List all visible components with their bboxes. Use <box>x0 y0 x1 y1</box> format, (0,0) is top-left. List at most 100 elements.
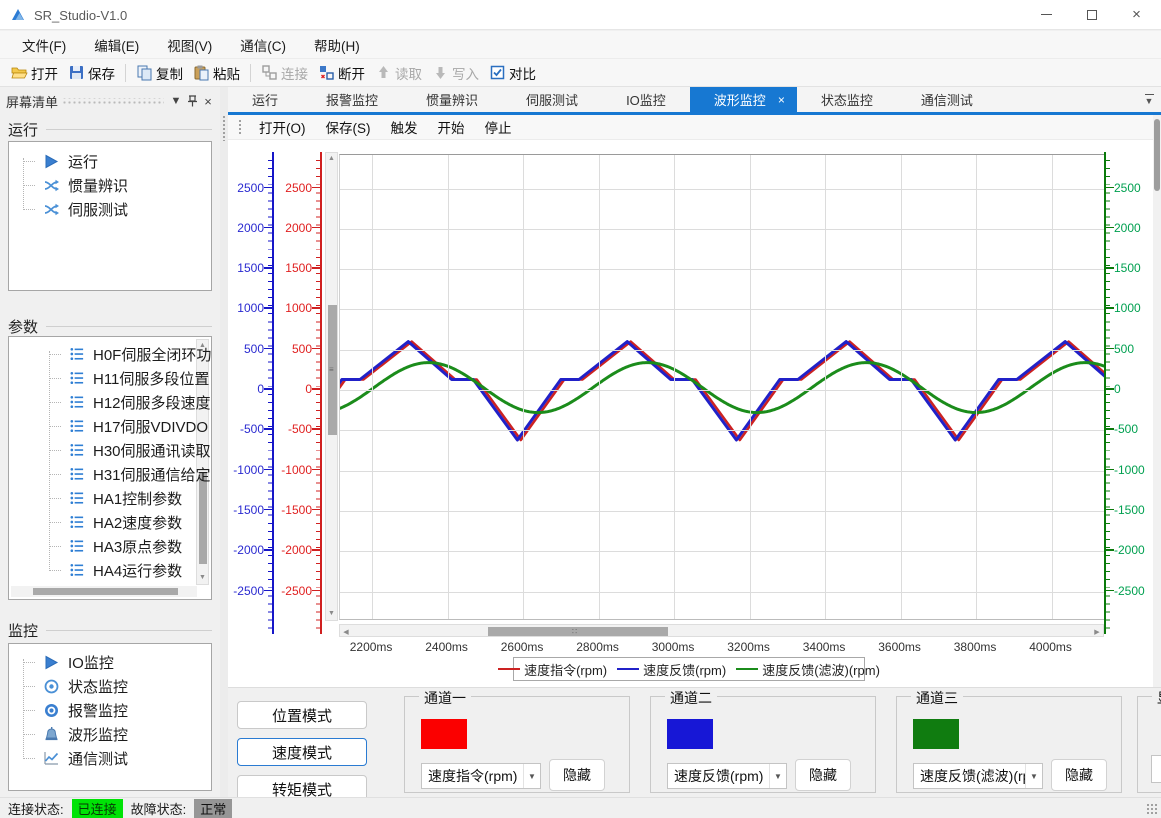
tab-close-icon[interactable]: × <box>778 93 785 107</box>
tab-label: 报警监控 <box>326 90 378 109</box>
tree-stub <box>49 378 61 379</box>
tab-overflow-icon[interactable]: ▼ <box>1141 91 1157 107</box>
resize-grip[interactable] <box>1146 803 1158 815</box>
mode-button-位置模式[interactable]: 位置模式 <box>237 701 367 729</box>
axis-major-tick <box>1106 227 1114 229</box>
menu-item-1[interactable]: 编辑(E) <box>80 31 153 59</box>
tree-item-报警监控[interactable]: 报警监控 <box>23 699 128 721</box>
toolbar-button-compare[interactable]: 对比 <box>484 61 541 85</box>
tab-通信测试[interactable]: 通信测试 <box>897 87 997 112</box>
minimize-button[interactable] <box>1024 0 1069 29</box>
plot-vscrollbar[interactable]: ▲ ≡ ▼ <box>325 152 338 621</box>
tab-IO监控[interactable]: IO监控 <box>602 87 690 112</box>
x-tick-label: 2200ms <box>336 640 406 654</box>
plot-area[interactable] <box>339 154 1104 620</box>
toolbar-button-save[interactable]: 保存 <box>63 61 120 85</box>
tree-item-运行[interactable]: 运行 <box>23 150 98 172</box>
tree-item-H17伺服VDIVDO[interactable]: H17伺服VDIVDO <box>49 415 208 437</box>
toolbar-button-paste[interactable]: 粘贴 <box>188 61 245 85</box>
close-button[interactable]: × <box>1114 0 1159 29</box>
close-panel-icon[interactable]: × <box>200 93 216 109</box>
page-scrollbar[interactable] <box>1153 115 1161 687</box>
channel-group-1: 通道一速度指令(rpm)▼隐藏 <box>404 696 630 793</box>
tree-item-H11伺服多段位置[interactable]: H11伺服多段位置 <box>49 367 209 389</box>
panel-splitter[interactable] <box>220 87 228 797</box>
dropdown-arrow-icon[interactable]: ▼ <box>769 764 786 788</box>
hide-button-2[interactable]: 隐藏 <box>795 759 851 791</box>
channel-color-swatch <box>421 719 467 749</box>
toolbar-label: 打开 <box>31 63 58 83</box>
copy-icon <box>136 64 153 81</box>
toolbar-button-connect[interactable]: 连接 <box>256 61 313 85</box>
y-tick-label: 2000 <box>278 222 312 234</box>
menu-item-4[interactable]: 帮助(H) <box>300 31 374 59</box>
wave-toolbar-触发[interactable]: 触发 <box>382 115 427 139</box>
param-hscrollbar[interactable] <box>11 586 197 597</box>
tree-item-HA3原点参数[interactable]: HA3原点参数 <box>49 535 182 557</box>
tree-item-IO监控[interactable]: IO监控 <box>23 651 114 673</box>
wave-toolbar-开始[interactable]: 开始 <box>429 115 474 139</box>
tree-item-H0F伺服全闭环功[interactable]: H0F伺服全闭环功 <box>49 343 211 365</box>
dropdown-arrow-icon[interactable]: ▼ <box>1025 764 1042 788</box>
bell-icon <box>43 726 60 743</box>
partial-control[interactable] <box>1151 755 1161 783</box>
param-list: ▲ ▼ H0F伺服全闭环功H11伺服多段位置H12伺服多段速度H17伺服VDIV… <box>8 336 212 600</box>
toolbar-button-read[interactable]: 读取 <box>370 61 427 85</box>
axis-major-tick <box>1106 428 1114 430</box>
toolbar-button-copy[interactable]: 复制 <box>131 61 188 85</box>
tab-惯量辨识[interactable]: 惯量辨识 <box>402 87 502 112</box>
tree-item-伺服测试[interactable]: 伺服测试 <box>23 198 128 220</box>
tree-item-HA4运行参数[interactable]: HA4运行参数 <box>49 559 182 581</box>
mode-button-转矩模式[interactable]: 转矩模式 <box>237 775 367 797</box>
y-tick-label: 1000 <box>1114 302 1154 314</box>
hide-button-3[interactable]: 隐藏 <box>1051 759 1107 791</box>
tab-运行[interactable]: 运行 <box>228 87 302 112</box>
tab-状态监控[interactable]: 状态监控 <box>797 87 897 112</box>
hide-button-1[interactable]: 隐藏 <box>549 759 605 791</box>
chevron-down-icon[interactable]: ▼ <box>168 93 184 109</box>
tree-item-H12伺服多段速度[interactable]: H12伺服多段速度 <box>49 391 211 413</box>
monitor-tree: IO监控状态监控报警监控波形监控通信测试 <box>8 643 212 791</box>
tree-item-H31伺服通信给定[interactable]: H31伺服通信给定 <box>49 463 211 485</box>
tab-波形监控[interactable]: 波形监控× <box>690 87 797 112</box>
menu-item-2[interactable]: 视图(V) <box>153 31 226 59</box>
axis-major-tick <box>1106 469 1114 471</box>
toolbar-button-open-folder[interactable]: 打开 <box>6 61 63 85</box>
channel-color-swatch <box>913 719 959 749</box>
maximize-button[interactable] <box>1069 0 1114 29</box>
tree-item-H30伺服通讯读取[interactable]: H30伺服通讯读取 <box>49 439 211 461</box>
page-scroll-thumb[interactable] <box>1154 119 1160 191</box>
tree-item-状态监控[interactable]: 状态监控 <box>23 675 128 697</box>
gridline-horizontal <box>340 471 1104 472</box>
tree-item-惯量辨识[interactable]: 惯量辨识 <box>23 174 128 196</box>
plot-hscroll-thumb[interactable] <box>488 627 668 636</box>
dropdown-arrow-icon[interactable]: ▼ <box>523 764 540 788</box>
tab-伺服测试[interactable]: 伺服测试 <box>502 87 602 112</box>
tab-报警监控[interactable]: 报警监控 <box>302 87 402 112</box>
tree-item-label: 运行 <box>68 151 98 172</box>
menu-item-3[interactable]: 通信(C) <box>226 31 300 59</box>
wave-toolbar-停止[interactable]: 停止 <box>476 115 521 139</box>
wave-toolbar-打开(O)[interactable]: 打开(O) <box>250 115 315 139</box>
mode-button-速度模式[interactable]: 速度模式 <box>237 738 367 766</box>
wave-toolbar-保存(S)[interactable]: 保存(S) <box>317 115 380 139</box>
x-tick-label: 2400ms <box>412 640 482 654</box>
toolbar-button-disconnect[interactable]: 断开 <box>313 61 370 85</box>
pin-icon[interactable] <box>184 93 200 109</box>
menu-item-0[interactable]: 文件(F) <box>8 31 80 59</box>
param-hscroll-thumb[interactable] <box>33 588 178 595</box>
toolbar-button-write[interactable]: 写入 <box>427 61 484 85</box>
signal-select-1[interactable]: 速度指令(rpm)▼ <box>421 763 541 789</box>
tree-item-label: H17伺服VDIVDO <box>93 416 208 437</box>
tree-item-通信测试[interactable]: 通信测试 <box>23 747 128 769</box>
toolbar-grip <box>238 119 242 135</box>
tree-item-HA1控制参数[interactable]: HA1控制参数 <box>49 487 182 509</box>
plot-hscrollbar[interactable]: ◀ ∷ ▶ <box>339 624 1104 637</box>
tab-label: 运行 <box>252 90 278 109</box>
legend-item-2: 速度反馈(滤波)(rpm) <box>736 660 880 679</box>
tree-item-波形监控[interactable]: 波形监控 <box>23 723 128 745</box>
signal-select-3[interactable]: 速度反馈(滤波)(rp▼ <box>913 763 1043 789</box>
param-vscroll-thumb[interactable] <box>199 472 207 564</box>
tree-item-HA2速度参数[interactable]: HA2速度参数 <box>49 511 182 533</box>
signal-select-2[interactable]: 速度反馈(rpm)▼ <box>667 763 787 789</box>
